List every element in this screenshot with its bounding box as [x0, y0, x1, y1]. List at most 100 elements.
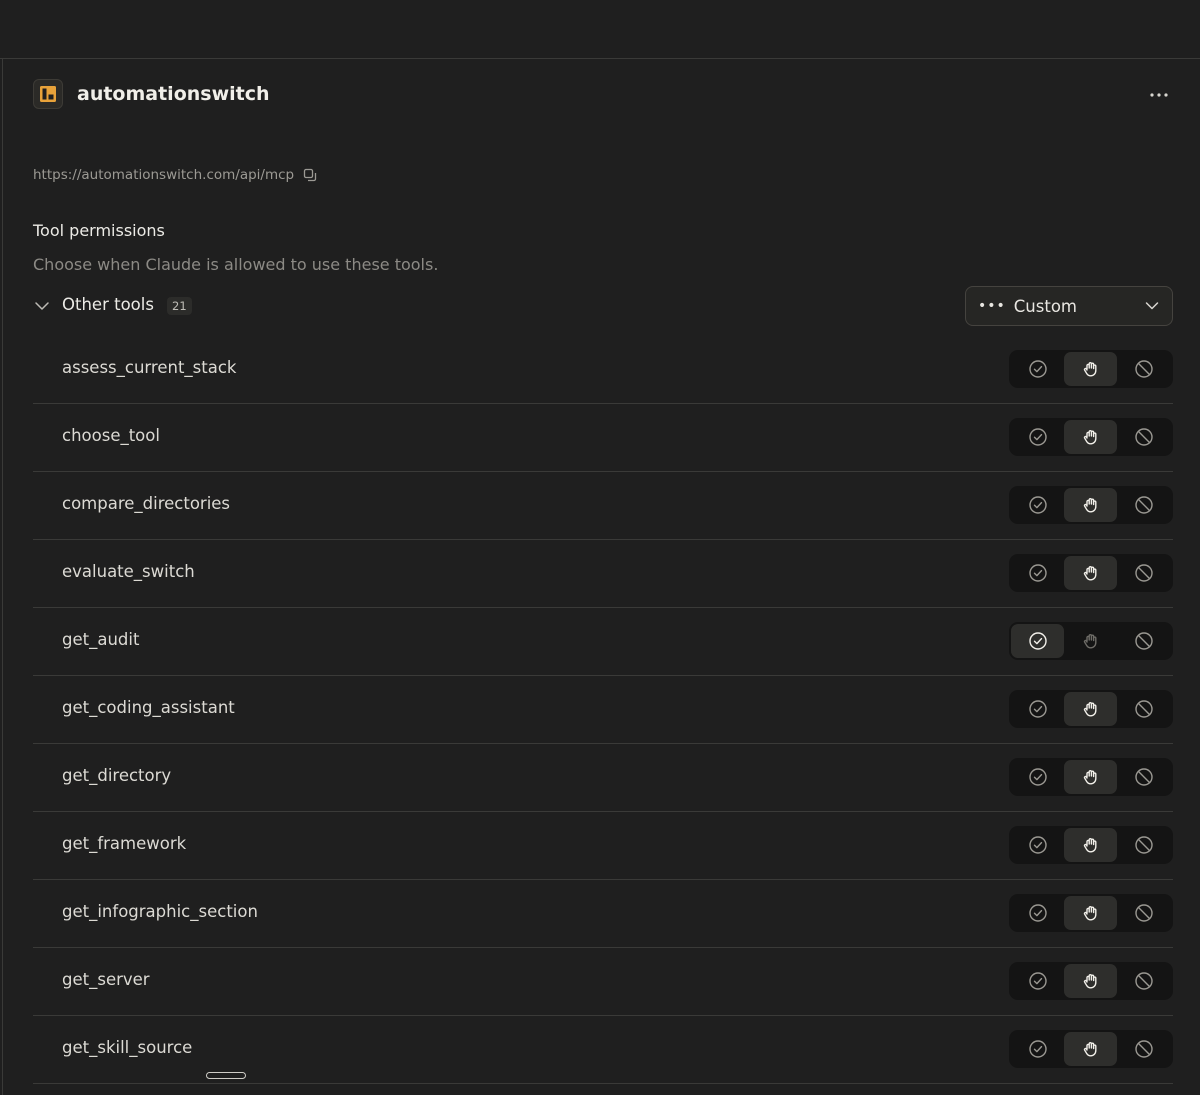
block-icon: [1134, 904, 1153, 922]
always-allow-button[interactable]: [1011, 896, 1064, 930]
tool-permission-toggle: [1009, 486, 1173, 524]
needs-approval-button[interactable]: [1064, 964, 1117, 998]
needs-approval-button[interactable]: [1064, 1032, 1117, 1066]
group-permission-dropdown[interactable]: ••• Custom: [965, 286, 1173, 326]
check-circle-icon: [1028, 496, 1047, 514]
always-allow-button[interactable]: [1011, 692, 1064, 726]
needs-approval-button[interactable]: [1064, 692, 1117, 726]
server-logo: [33, 79, 63, 109]
tool-name: choose_tool: [62, 426, 160, 445]
block-icon: [1134, 564, 1153, 582]
server-header: automationswitch: [33, 79, 270, 109]
collapse-group-button[interactable]: [33, 298, 51, 314]
tool-row: get_skill_source: [33, 1016, 1173, 1084]
always-allow-button[interactable]: [1011, 352, 1064, 386]
copy-url-button[interactable]: [302, 167, 318, 183]
always-allow-button[interactable]: [1011, 420, 1064, 454]
tool-row: choose_tool: [33, 404, 1173, 472]
tool-row: get_framework: [33, 812, 1173, 880]
check-circle-icon: [1028, 1040, 1047, 1058]
hand-icon: [1083, 770, 1096, 785]
hand-icon: [1083, 430, 1096, 445]
block-button[interactable]: [1117, 692, 1170, 726]
server-panel: automationswitch https://automationswitc…: [2, 59, 1200, 1095]
block-icon: [1134, 632, 1153, 650]
tool-permission-toggle: [1009, 554, 1173, 592]
block-icon: [1134, 700, 1153, 718]
block-button[interactable]: [1117, 760, 1170, 794]
needs-approval-button[interactable]: [1064, 352, 1117, 386]
hand-icon: [1083, 974, 1096, 989]
scroll-indicator[interactable]: [206, 1072, 246, 1079]
tool-row: evaluate_switch: [33, 540, 1173, 608]
more-options-button[interactable]: [1147, 85, 1171, 105]
needs-approval-button[interactable]: [1064, 760, 1117, 794]
tool-name: get_skill_source: [62, 1038, 193, 1057]
custom-dots-icon: •••: [978, 298, 1006, 314]
block-button[interactable]: [1117, 828, 1170, 862]
block-button[interactable]: [1117, 420, 1170, 454]
hand-icon: [1083, 362, 1096, 377]
tool-permission-toggle: [1009, 962, 1173, 1000]
tool-group-header: Other tools 21 ••• Custom: [33, 286, 1173, 326]
hand-icon: [1083, 498, 1096, 513]
block-button[interactable]: [1117, 896, 1170, 930]
tool-name: assess_current_stack: [62, 358, 237, 377]
chevron-down-icon: [35, 302, 49, 310]
always-allow-button[interactable]: [1011, 488, 1064, 522]
hand-icon: [1083, 702, 1096, 717]
tool-row: get_directory: [33, 744, 1173, 812]
always-allow-button[interactable]: [1011, 624, 1064, 658]
hand-icon: [1083, 566, 1096, 581]
chevron-down-icon: [1145, 302, 1159, 310]
block-button[interactable]: [1117, 624, 1170, 658]
hand-icon: [1083, 838, 1096, 853]
copy-icon: [303, 168, 317, 182]
block-icon: [1134, 1040, 1153, 1058]
ellipsis-icon: [1150, 93, 1168, 97]
block-button[interactable]: [1117, 488, 1170, 522]
needs-approval-button[interactable]: [1064, 556, 1117, 590]
check-circle-icon: [1028, 700, 1047, 718]
tool-name: get_directory: [62, 766, 172, 785]
tool-name: get_audit: [62, 630, 140, 649]
always-allow-button[interactable]: [1011, 760, 1064, 794]
server-name: automationswitch: [77, 83, 270, 105]
check-circle-icon: [1028, 836, 1047, 854]
tool-permission-toggle: [1009, 418, 1173, 456]
tool-permissions-title: Tool permissions: [33, 221, 165, 240]
tool-list: assess_current_stack choose_tool compare…: [33, 336, 1173, 1084]
block-button[interactable]: [1117, 556, 1170, 590]
block-icon: [1134, 836, 1153, 854]
server-url: https://automationswitch.com/api/mcp: [33, 167, 295, 183]
always-allow-button[interactable]: [1011, 1032, 1064, 1066]
block-button[interactable]: [1117, 352, 1170, 386]
hand-icon: [1083, 1042, 1096, 1057]
check-circle-icon: [1028, 360, 1047, 378]
needs-approval-button[interactable]: [1064, 828, 1117, 862]
always-allow-button[interactable]: [1011, 828, 1064, 862]
tool-row: get_infographic_section: [33, 880, 1173, 948]
tool-permission-toggle: [1009, 622, 1173, 660]
tool-name: compare_directories: [62, 494, 231, 513]
block-button[interactable]: [1117, 1032, 1170, 1066]
needs-approval-button[interactable]: [1064, 624, 1117, 658]
tool-name: get_server: [62, 970, 150, 989]
tool-permission-toggle: [1009, 350, 1173, 388]
tool-permission-toggle: [1009, 826, 1173, 864]
tool-name: get_infographic_section: [62, 902, 258, 921]
always-allow-button[interactable]: [1011, 556, 1064, 590]
tool-permission-toggle: [1009, 1030, 1173, 1068]
needs-approval-button[interactable]: [1064, 420, 1117, 454]
tool-row: get_audit: [33, 608, 1173, 676]
check-circle-icon: [1028, 632, 1047, 650]
group-label: Other tools: [62, 295, 154, 314]
server-url-row: https://automationswitch.com/api/mcp: [33, 167, 318, 183]
needs-approval-button[interactable]: [1064, 488, 1117, 522]
top-bar: [0, 0, 1200, 59]
needs-approval-button[interactable]: [1064, 896, 1117, 930]
tool-row: get_server: [33, 948, 1173, 1016]
always-allow-button[interactable]: [1011, 964, 1064, 998]
block-button[interactable]: [1117, 964, 1170, 998]
tool-row: assess_current_stack: [33, 336, 1173, 404]
